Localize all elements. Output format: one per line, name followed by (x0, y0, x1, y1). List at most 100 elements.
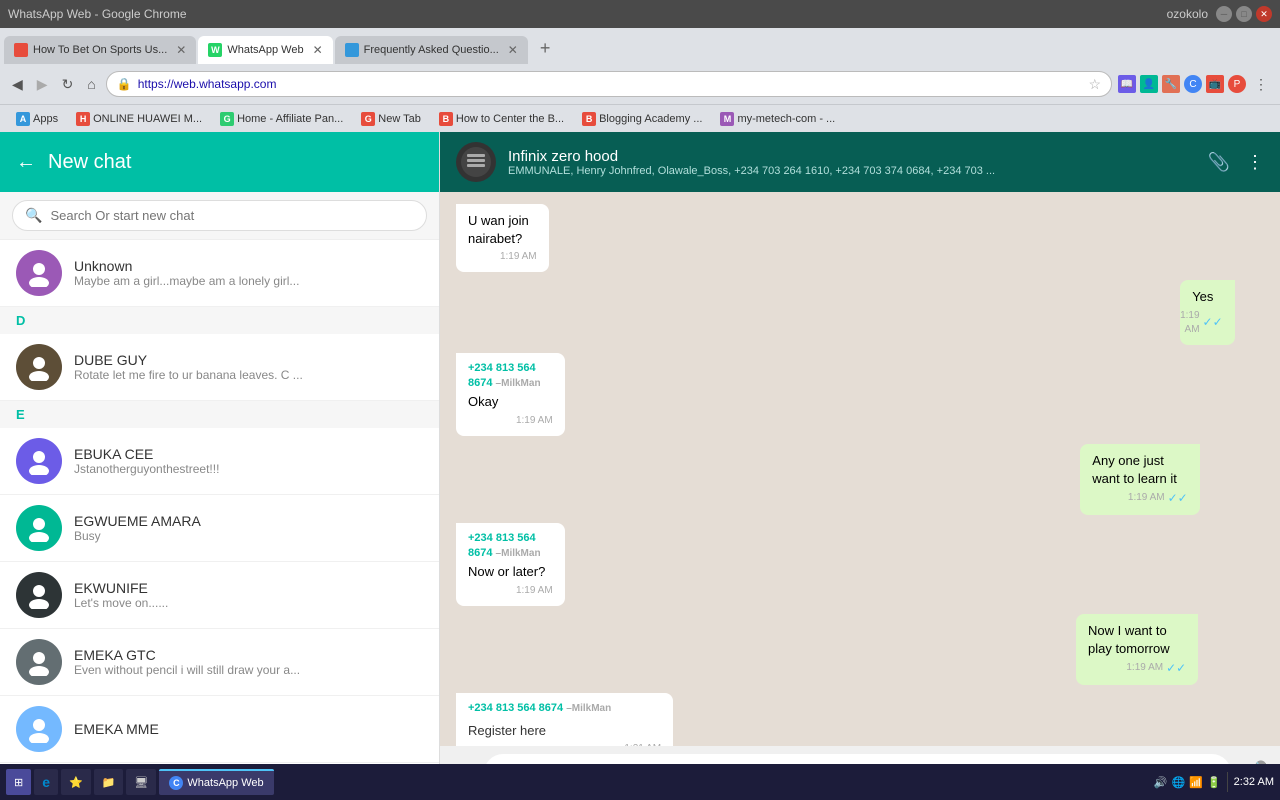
avatar (16, 572, 62, 618)
tab-close-icon[interactable]: ✕ (313, 43, 323, 57)
msg-time: 1:19 AM ✓✓ (1088, 660, 1186, 677)
bookmark-label: How to Center the B... (456, 113, 564, 125)
bookmark-icon[interactable]: 📖 (1118, 75, 1136, 93)
taskbar-ie[interactable]: e (34, 769, 58, 795)
msg-bubble: Any one just want to learn it 1:19 AM ✓✓ (1080, 444, 1199, 515)
chat-actions: 📎 ⋮ (1208, 152, 1264, 173)
contact-status: Let's move on...... (74, 596, 423, 610)
avatar (16, 639, 62, 685)
tab-close-icon[interactable]: ✕ (176, 43, 186, 57)
contact-info: DUBE GUY Rotate let me fire to ur banana… (74, 352, 423, 382)
taskbar-star[interactable]: ⭐ (61, 769, 91, 795)
bookmark-mymetech[interactable]: M my-metech-com - ... (712, 110, 843, 128)
browser-window: WhatsApp Web - Google Chrome ozokolo ─ □… (0, 0, 1280, 800)
contact-emeka-gtc[interactable]: EMEKA GTC Even without pencil i will sti… (0, 629, 439, 696)
taskbar-monitor[interactable]: 🖥 (126, 769, 156, 795)
forward-button[interactable]: ▶ (33, 74, 52, 95)
bookmark-blogging[interactable]: B Blogging Academy ... (574, 110, 710, 128)
avatar (16, 344, 62, 390)
pinterest-icon[interactable]: P (1228, 75, 1246, 93)
wa-sidebar: ← New chat 🔍 Unknown (0, 132, 440, 800)
taskbar-folder[interactable]: 📁 (94, 769, 124, 795)
search-input[interactable] (50, 208, 414, 223)
menu-icon[interactable]: ⋮ (1250, 74, 1272, 95)
maximize-button[interactable]: □ (1236, 6, 1252, 22)
search-bar: 🔍 (0, 192, 439, 240)
tab-title: Frequently Asked Questio... (364, 44, 499, 56)
msg-bubble: +234 813 564 8674 –MilkMan Register here… (456, 693, 673, 746)
title-bar: WhatsApp Web - Google Chrome ozokolo ─ □… (0, 0, 1280, 28)
contact-name: EBUKA CEE (74, 446, 423, 462)
avatar (16, 706, 62, 752)
tab-whatsapp[interactable]: W WhatsApp Web ✕ (198, 36, 332, 64)
avatar (16, 505, 62, 551)
bookmark-favicon: G (361, 112, 375, 126)
reload-button[interactable]: ↻ (58, 74, 78, 95)
message-m2: Yes 1:19 AM ✓✓ (1180, 280, 1264, 344)
contact-name: Unknown (74, 258, 423, 274)
msg-sender: +234 813 564 8674 –MilkMan (468, 701, 661, 716)
sidebar-header: ← New chat (0, 132, 439, 192)
contact-info: EMEKA GTC Even without pencil i will sti… (74, 647, 423, 677)
star-button[interactable]: ☆ (1088, 76, 1101, 93)
address-bar: ◀ ▶ ↻ ⌂ 🔒 https://web.whatsapp.com ☆ 📖 👤… (0, 64, 1280, 104)
contact-ebuka[interactable]: EBUKA CEE Jstanotherguyonthestreet!!! (0, 428, 439, 495)
contact-info: Unknown Maybe am a girl...maybe am a lon… (74, 258, 423, 288)
bookmark-center[interactable]: B How to Center the B... (431, 110, 572, 128)
msg-text: Now I want to play tomorrow (1088, 622, 1186, 658)
attach-icon[interactable]: 📎 (1208, 152, 1230, 173)
minimize-button[interactable]: ─ (1216, 6, 1232, 22)
cast-icon[interactable]: 📺 (1206, 75, 1224, 93)
contact-egwueme[interactable]: EGWUEME AMARA Busy (0, 495, 439, 562)
contact-info: EGWUEME AMARA Busy (74, 513, 423, 543)
bookmark-favicon: H (76, 112, 90, 126)
start-button[interactable]: ⊞ (6, 769, 31, 795)
main-content: ← New chat 🔍 Unknown (0, 132, 1280, 800)
msg-time: 1:21 AM (468, 742, 661, 746)
bookmark-huawei[interactable]: H ONLINE HUAWEI M... (68, 110, 210, 128)
home-button[interactable]: ⌂ (83, 74, 99, 94)
bookmark-label: my-metech-com - ... (737, 113, 835, 125)
new-tab-button[interactable]: + (530, 36, 561, 61)
contact-dube[interactable]: DUBE GUY Rotate let me fire to ur banana… (0, 334, 439, 401)
bookmark-apps[interactable]: A Apps (8, 110, 66, 128)
message-m5: +234 813 564 8674 –MilkMan Now or later?… (456, 523, 623, 606)
contact-ekwunife[interactable]: EKWUNIFE Let's move on...... (0, 562, 439, 629)
bookmark-label: New Tab (378, 113, 421, 125)
bookmark-label: Apps (33, 113, 58, 125)
url-bar[interactable]: 🔒 https://web.whatsapp.com ☆ (106, 71, 1112, 97)
chat-info: Infinix zero hood EMMUNALE, Henry Johnfr… (508, 148, 1196, 177)
chrome-icon[interactable]: C (1184, 75, 1202, 93)
contact-item[interactable]: Unknown Maybe am a girl...maybe am a lon… (0, 240, 439, 307)
profile-icon[interactable]: 👤 (1140, 75, 1158, 93)
contact-name: EKWUNIFE (74, 580, 423, 596)
tab-how-to-bet[interactable]: How To Bet On Sports Us... ✕ (4, 36, 196, 64)
bookmark-newtab[interactable]: G New Tab (353, 110, 429, 128)
msg-text: U wan join nairabet? (468, 212, 537, 248)
sidebar-title: New chat (48, 151, 131, 174)
system-icons: 🔊🌐📶🔋 (1154, 776, 1221, 789)
more-options-icon[interactable]: ⋮ (1246, 152, 1264, 173)
message-m4: Any one just want to learn it 1:19 AM ✓✓ (1080, 444, 1264, 515)
bookmark-label: Home - Affiliate Pan... (237, 113, 343, 125)
tab-faq[interactable]: Frequently Asked Questio... ✕ (335, 36, 528, 64)
bookmark-favicon: M (720, 112, 734, 126)
contact-name: DUBE GUY (74, 352, 423, 368)
contact-name: EMEKA GTC (74, 647, 423, 663)
taskbar-chrome[interactable]: C WhatsApp Web (159, 769, 273, 795)
msg-sender: +234 813 564 8674 –MilkMan (468, 531, 553, 562)
tab-title: How To Bet On Sports Us... (33, 44, 167, 56)
back-button[interactable]: ◀ (8, 74, 27, 95)
taskbar-system: 🔊🌐📶🔋 2:32 AM (1154, 772, 1274, 792)
contact-emeka-mme[interactable]: EMEKA MME (0, 696, 439, 763)
msg-line1: Register here (468, 722, 661, 740)
tab-close-icon[interactable]: ✕ (508, 43, 518, 57)
message-m6: Now I want to play tomorrow 1:19 AM ✓✓ (1076, 614, 1264, 685)
close-button[interactable]: ✕ (1256, 6, 1272, 22)
bookmark-affiliate[interactable]: G Home - Affiliate Pan... (212, 110, 351, 128)
back-icon[interactable]: ← (16, 151, 36, 174)
extension-icon[interactable]: 🔧 (1162, 75, 1180, 93)
bookmark-favicon: A (16, 112, 30, 126)
chat-avatar (456, 142, 496, 182)
url-text: https://web.whatsapp.com (138, 77, 277, 91)
